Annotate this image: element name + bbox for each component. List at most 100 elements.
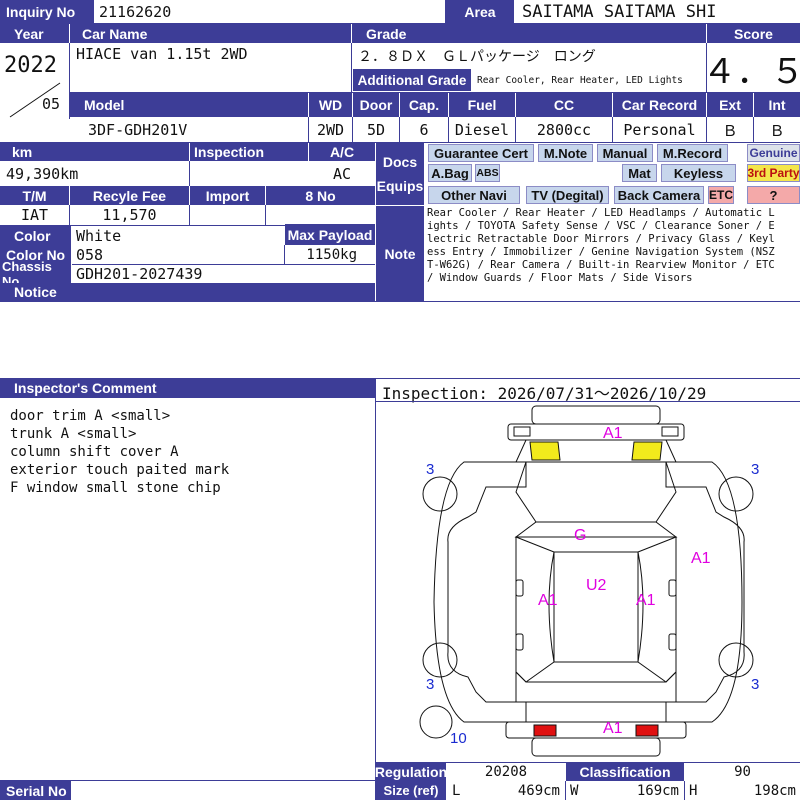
etc-badge: ETC	[708, 186, 734, 204]
tire-fl-mark: 3	[426, 461, 435, 478]
km-value: 49,390km	[6, 165, 79, 183]
size-l-value: 469cm	[517, 782, 560, 799]
classification-value: 90	[734, 763, 751, 780]
comment-line: column shift cover A	[10, 444, 179, 460]
equips-label: Equips	[376, 178, 424, 194]
notice-header: Notice	[0, 283, 375, 301]
abs-badge: ABS	[475, 164, 500, 182]
color-no-value: 058	[76, 245, 104, 264]
chassis-no-header: Chassis No	[0, 259, 71, 289]
color-value: White	[76, 226, 122, 245]
year-header: Year	[0, 24, 69, 43]
ac-header: A/C	[309, 143, 375, 161]
size-w-value: 169cm	[636, 782, 679, 799]
manual-badge: Manual	[597, 144, 653, 162]
ext-header: Ext	[707, 93, 753, 117]
wd-value: 2WD	[316, 121, 345, 139]
tm-header: T/M	[0, 186, 69, 205]
color-header: Color	[0, 226, 71, 245]
import-header: Import	[190, 186, 265, 205]
inspection-value	[190, 163, 308, 185]
8no-value	[266, 205, 375, 225]
chassis-no-value: GDH201-2027439	[76, 264, 203, 283]
km-header: km	[0, 143, 189, 161]
fuel-header: Fuel	[449, 93, 515, 117]
size-l: L 469cm	[448, 781, 564, 800]
size-w-label: W	[570, 782, 579, 799]
ext-value: Ｂ	[722, 121, 738, 140]
month-value: 05	[42, 95, 61, 113]
model-header: Model	[70, 93, 308, 117]
note-label: Note	[376, 206, 424, 301]
grade-header: Grade	[352, 24, 706, 43]
front-mark: A1	[603, 425, 623, 442]
cap-header: Cap.	[400, 93, 448, 117]
int-header: Int	[754, 93, 800, 117]
cc-header: CC	[516, 93, 612, 117]
inspection-header: Inspection	[190, 143, 308, 161]
door-header: Door	[353, 93, 399, 117]
comment-line: F window small stone chip	[10, 480, 221, 496]
guarantee-cert-badge: Guarantee Cert	[428, 144, 534, 162]
cc-value: 2800cc	[536, 121, 592, 139]
roof-mark: U2	[586, 577, 607, 594]
size-h-value: 198cm	[753, 782, 796, 799]
other-navi-badge: Other Navi	[428, 186, 520, 204]
size-w: W 169cm	[566, 781, 683, 800]
m-note-badge: M.Note	[538, 144, 593, 162]
genuine-badge: Genuine	[747, 144, 800, 162]
docs-equips-label: Docs Equips	[376, 143, 424, 205]
recycle-fee-value: 11,570	[102, 206, 157, 224]
size-ref-label: Size (ref)	[376, 781, 446, 800]
note-text: Rear Cooler / Rear Heater / LED Headlamp…	[427, 207, 775, 284]
score-header: Score	[707, 24, 800, 43]
tire-rr-mark: 3	[751, 676, 760, 693]
comment-line: door trim A <small>	[10, 408, 171, 424]
area-value: SAITAMA SAITAMA SHI	[522, 1, 717, 22]
wd-header: WD	[309, 93, 352, 117]
grade-value: ２．８ＤＸ ＧＬパッケージ ロング	[358, 49, 596, 65]
comment-line: trunk A <small>	[10, 426, 137, 442]
comment-line: exterior touch paited mark	[10, 462, 230, 478]
year-cell: 2022 05	[0, 43, 70, 119]
car-name-value: HIACE van 1.15t 2WD	[76, 45, 248, 63]
max-payload-header: Max Payload	[285, 224, 375, 245]
back-camera-badge: Back Camera	[614, 186, 704, 204]
classification-label: Classification	[566, 762, 684, 781]
rear-mark: A1	[603, 720, 623, 737]
model-value: 3DF-GDH201V	[88, 121, 188, 139]
score-value: ４．５	[707, 51, 800, 92]
right-side-mark: A1	[636, 592, 656, 609]
size-h-label: H	[689, 782, 698, 799]
size-h: H 198cm	[685, 781, 800, 800]
cap-value: 6	[419, 121, 429, 139]
ac-value: AC	[332, 165, 352, 183]
fuel-value: Diesel	[454, 121, 510, 139]
inquiry-label: Inquiry No	[0, 0, 94, 23]
serial-no-label: Serial No	[0, 781, 71, 800]
size-l-label: L	[452, 782, 461, 799]
regulation-value: 20208	[484, 763, 528, 780]
8no-header: 8 No	[266, 186, 375, 205]
inspector-comment-header: Inspector's Comment	[0, 378, 375, 398]
tire-fr-mark: 3	[751, 461, 760, 478]
max-payload-value: 1150kg	[306, 246, 357, 263]
car-name-header: Car Name	[70, 24, 351, 43]
third-party-badge: 3rd Party	[747, 164, 800, 182]
regulation-label: Regulation	[374, 762, 448, 781]
mat-badge: Mat	[622, 164, 657, 182]
additional-grade-value: Rear Cooler, Rear Heater, LED Lights	[477, 74, 683, 86]
a-bag-badge: A.Bag	[428, 164, 472, 182]
spare-tire-mark: 10	[450, 730, 467, 747]
docs-label: Docs	[382, 154, 418, 170]
question-badge: ?	[747, 186, 800, 204]
keyless-badge: Keyless	[661, 164, 736, 182]
year-value: 2022	[4, 53, 57, 78]
inquiry-number: 21162620	[99, 2, 172, 21]
tv-badge: TV (Degital)	[526, 186, 609, 204]
recycle-fee-header: Recyle Fee	[70, 186, 189, 205]
car-record-header: Car Record	[613, 93, 706, 117]
left-side-mark: A1	[538, 592, 558, 609]
area-label: Area	[446, 0, 514, 23]
right-door-mark: A1	[691, 550, 711, 567]
